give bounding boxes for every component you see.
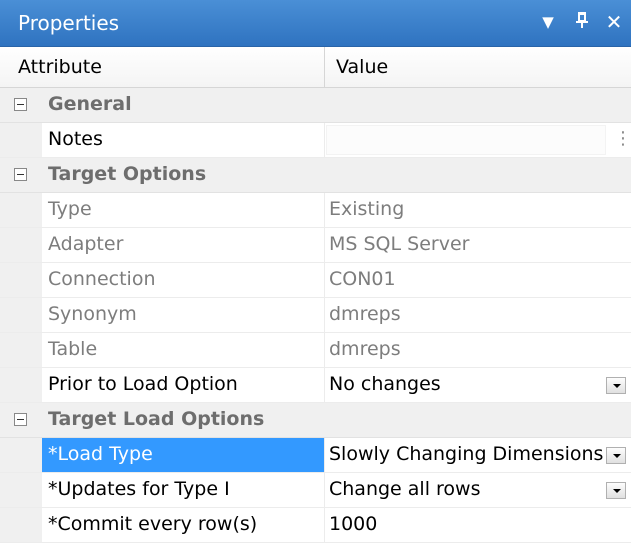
cell-divider <box>324 438 325 472</box>
row-gutter <box>0 438 42 472</box>
pin-icon[interactable] <box>570 9 594 35</box>
row-gutter <box>0 123 42 157</box>
category-target-options[interactable]: Target Options <box>0 158 631 193</box>
notes-value-field[interactable] <box>326 125 606 155</box>
cell-divider <box>324 298 325 332</box>
property-value[interactable]: Slowly Changing Dimensions <box>329 443 603 465</box>
property-label: Synonym <box>48 303 137 325</box>
row-gutter <box>0 263 42 297</box>
category-label: Target Options <box>48 163 207 185</box>
property-row-updates-type1[interactable]: *Updates for Type I Change all rows <box>0 473 631 508</box>
property-label: Adapter <box>48 233 124 255</box>
collapse-target-options-icon[interactable] <box>14 168 27 181</box>
dropdown-arrow-icon[interactable] <box>606 377 626 394</box>
title-bar: Properties ▼ ✕ <box>0 0 631 47</box>
panel-title: Properties <box>18 11 120 35</box>
property-row-synonym[interactable]: Synonym dmreps <box>0 298 631 333</box>
property-row-adapter[interactable]: Adapter MS SQL Server <box>0 228 631 263</box>
property-row-commit-every[interactable]: *Commit every row(s) 1000 <box>0 508 631 543</box>
property-label: Table <box>48 338 98 360</box>
property-label: *Updates for Type I <box>48 478 230 500</box>
column-header: Attribute Value <box>0 47 631 88</box>
property-value[interactable]: Change all rows <box>329 478 480 500</box>
property-value: Existing <box>329 198 405 220</box>
property-value[interactable]: 1000 <box>329 513 377 535</box>
row-gutter <box>0 193 42 227</box>
property-label: *Load Type <box>48 443 153 465</box>
property-grid: General Notes ⋮ Target Options Type Exis… <box>0 88 631 543</box>
cell-divider <box>324 228 325 262</box>
property-value: dmreps <box>329 303 401 325</box>
property-value: CON01 <box>329 268 396 290</box>
value-column-header[interactable]: Value <box>336 56 388 78</box>
property-label: *Commit every row(s) <box>48 513 258 535</box>
category-label: General <box>48 93 132 115</box>
cell-divider <box>324 368 325 402</box>
dropdown-arrow-icon[interactable] <box>606 447 626 464</box>
cell-divider <box>324 473 325 507</box>
row-gutter <box>0 368 42 402</box>
cell-divider <box>324 508 325 542</box>
property-row-connection[interactable]: Connection CON01 <box>0 263 631 298</box>
close-icon[interactable]: ✕ <box>602 9 626 35</box>
property-label: Connection <box>48 268 156 290</box>
property-value: dmreps <box>329 338 401 360</box>
collapse-target-load-options-icon[interactable] <box>14 413 27 426</box>
row-gutter <box>0 508 42 542</box>
property-row-type[interactable]: Type Existing <box>0 193 631 228</box>
row-gutter <box>0 333 42 367</box>
property-value[interactable]: No changes <box>329 373 441 395</box>
column-divider[interactable] <box>324 47 325 87</box>
property-label: Prior to Load Option <box>48 373 238 395</box>
property-label: Type <box>48 198 92 220</box>
cell-divider <box>324 263 325 297</box>
attribute-column-header[interactable]: Attribute <box>18 56 102 78</box>
cell-divider <box>324 333 325 367</box>
property-row-load-type[interactable]: *Load Type Slowly Changing Dimensions <box>0 438 631 473</box>
category-label: Target Load Options <box>48 408 265 430</box>
ellipsis-icon[interactable]: ⋮ <box>614 127 631 151</box>
dropdown-menu-icon[interactable]: ▼ <box>536 9 560 35</box>
row-gutter <box>0 473 42 507</box>
row-gutter <box>0 228 42 262</box>
category-general[interactable]: General <box>0 88 631 123</box>
property-row-prior-to-load[interactable]: Prior to Load Option No changes <box>0 368 631 403</box>
property-value: MS SQL Server <box>329 233 470 255</box>
cell-divider <box>324 193 325 227</box>
cell-divider <box>324 123 325 157</box>
property-label: Notes <box>48 128 103 150</box>
property-row-table[interactable]: Table dmreps <box>0 333 631 368</box>
properties-panel: Properties ▼ ✕ Attribute Value General N… <box>0 0 631 543</box>
collapse-general-icon[interactable] <box>14 98 27 111</box>
property-row-notes[interactable]: Notes ⋮ <box>0 123 631 158</box>
pin-icon-glyph <box>576 12 588 28</box>
row-gutter <box>0 298 42 332</box>
dropdown-arrow-icon[interactable] <box>606 482 626 499</box>
category-target-load-options[interactable]: Target Load Options <box>0 403 631 438</box>
